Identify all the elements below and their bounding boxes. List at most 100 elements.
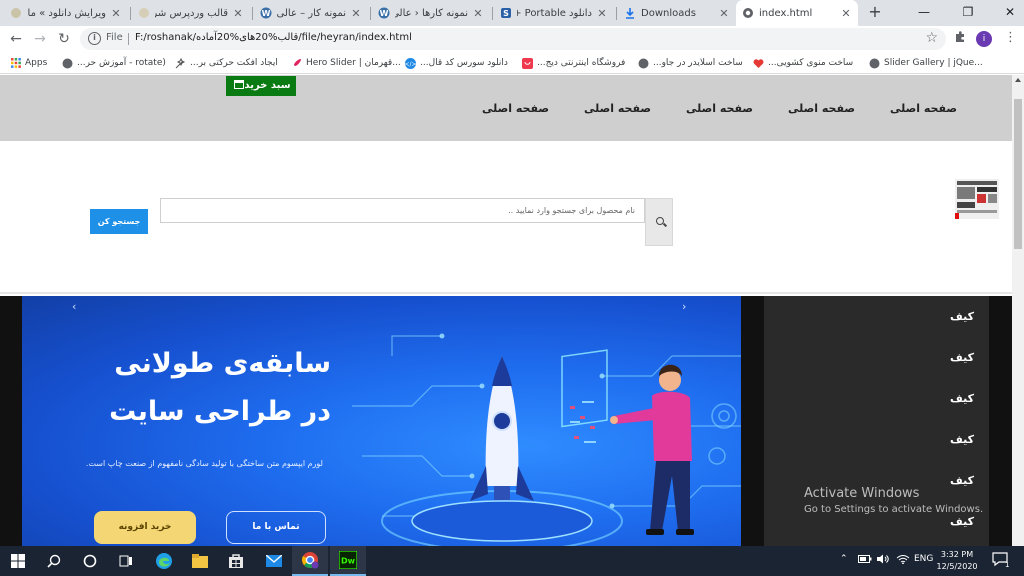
address-url[interactable]: F:/roshanak/قالب%20های%20آماده/file/heyr… <box>135 32 412 43</box>
close-icon[interactable]: ✕ <box>718 7 730 20</box>
bookmark-item[interactable]: (rotate - آموزش حر... <box>62 56 166 70</box>
close-icon[interactable]: ✕ <box>110 7 122 20</box>
bookmark-apps[interactable]: Apps <box>10 56 47 70</box>
volume-icon[interactable] <box>876 554 890 567</box>
tab-1[interactable]: ویرایش دانلود » مارا ✕ <box>4 0 128 26</box>
bookmark-item[interactable]: </> دانلود سورس کد قال... <box>405 56 508 70</box>
close-icon[interactable]: ✕ <box>472 7 484 20</box>
system-clock[interactable]: 3:32 PM 12/5/2020 <box>930 549 984 573</box>
apps-grid-icon <box>10 58 21 69</box>
page-scrollbar[interactable] <box>1012 75 1024 546</box>
cortana-circle-icon[interactable] <box>72 546 108 576</box>
show-hidden-icons-chevron-icon[interactable]: ⌃ <box>840 554 848 564</box>
svg-text:S: S <box>503 9 509 18</box>
close-icon[interactable]: ✕ <box>350 7 362 20</box>
chrome-browser-icon[interactable] <box>292 546 328 576</box>
bookmark-item[interactable]: Slider Gallery | jQue... <box>869 56 983 70</box>
scrollbar-thumb[interactable] <box>1014 99 1022 249</box>
bookmark-label: ایجاد افکت حرکتی بر... <box>190 58 278 68</box>
slider-prev-arrow-icon[interactable]: ‹ <box>72 300 76 313</box>
tab-title: index.html <box>759 7 813 19</box>
bookmark-label: ساخت منوی کشویی... <box>768 58 854 68</box>
start-windows-icon[interactable] <box>0 546 36 576</box>
tab-index-html[interactable]: index.html ✕ <box>736 0 858 26</box>
activate-windows-watermark: Activate Windows Go to Settings to activ… <box>804 486 983 515</box>
nav-link[interactable]: صفحه اصلی <box>686 102 753 115</box>
bookmark-item[interactable]: ساخت اسلایدر در جاو... <box>638 56 743 70</box>
search-icon <box>656 217 664 225</box>
globe-icon <box>742 7 754 19</box>
profile-avatar[interactable]: i <box>976 31 992 47</box>
site-logo[interactable] <box>955 179 999 219</box>
tab-3[interactable]: W نمونه کار – عالی ✕ <box>254 0 368 26</box>
address-bar[interactable]: i File F:/roshanak/قالب%20های%20آماده/fi… <box>80 28 946 50</box>
clock-date: 12/5/2020 <box>936 562 978 571</box>
bookmark-item[interactable]: ساخت منوی کشویی... <box>753 56 853 70</box>
cart-button[interactable]: سبد خرید <box>226 76 296 96</box>
store-icon[interactable] <box>218 546 254 576</box>
slider-next-arrow-icon[interactable]: › <box>682 300 686 313</box>
close-icon[interactable]: ✕ <box>596 7 608 20</box>
task-view-icon[interactable] <box>108 546 144 576</box>
hero-description: لورم ایپسوم متن ساختگی با تولید سادگی نا… <box>85 459 323 468</box>
search-input[interactable]: نام محصول برای جستجو وارد نمایید .. <box>160 198 645 223</box>
globe-icon <box>62 58 73 69</box>
sidebar-item-bag[interactable]: کیف <box>950 515 974 528</box>
search-icon[interactable] <box>36 546 72 576</box>
tab-5[interactable]: S دانلود Portable + ج ✕ <box>494 0 614 26</box>
bookmark-item[interactable]: Hero Slider | قهرمان... <box>291 56 401 70</box>
restore-button[interactable]: ❐ <box>948 0 988 26</box>
bookmark-star-icon[interactable]: ☆ <box>925 30 938 46</box>
extensions-puzzle-icon[interactable] <box>952 30 968 46</box>
menu-kebab-icon[interactable]: ⋮ <box>1004 30 1017 45</box>
battery-icon[interactable] <box>858 554 872 567</box>
tab-downloads[interactable]: Downloads ✕ <box>618 0 736 26</box>
sidebar-item-bag[interactable]: کیف <box>950 433 974 446</box>
edge-browser-icon[interactable] <box>146 546 182 576</box>
close-icon[interactable]: ✕ <box>840 7 852 20</box>
tab-2[interactable]: قالب وردپرس شرک ✕ <box>132 0 250 26</box>
file-explorer-icon[interactable] <box>182 546 218 576</box>
close-window-button[interactable]: ✕ <box>990 0 1024 26</box>
globe-icon <box>638 58 649 69</box>
cart-label: سبد خرید <box>244 80 291 91</box>
nav-link[interactable]: صفحه اصلی <box>584 102 651 115</box>
tab-4[interactable]: W نمونه کارها ‹ عالی – ✕ <box>372 0 490 26</box>
dreamweaver-icon[interactable]: Dw <box>330 546 366 576</box>
mail-icon[interactable] <box>256 546 292 576</box>
wifi-icon[interactable] <box>896 554 910 567</box>
minimize-button[interactable]: — <box>904 0 944 26</box>
nav-link[interactable]: صفحه اصلی <box>482 102 549 115</box>
scroll-up-arrow-icon[interactable] <box>1015 78 1021 82</box>
sidebar-item-bag[interactable]: کیف <box>950 351 974 364</box>
sidebar-item-bag[interactable]: کیف <box>950 310 974 323</box>
nav-link-home[interactable]: صفحه اصلی <box>890 102 957 115</box>
shop-icon <box>522 57 533 69</box>
sidebar-item-bag[interactable]: کیف <box>950 392 974 405</box>
buy-plugin-button[interactable]: خرید افزونه <box>94 511 196 544</box>
contact-us-button[interactable]: تماس با ما <box>226 511 326 544</box>
bookmark-label: Hero Slider | قهرمان... <box>306 58 401 68</box>
address-divider <box>128 33 129 45</box>
bookmark-item[interactable]: ایجاد افکت حرکتی بر... <box>175 56 278 70</box>
search-button[interactable]: جستجو کن <box>90 209 148 234</box>
tab-title: نمونه کار – عالی <box>277 7 346 19</box>
forward-button[interactable]: → <box>31 30 49 48</box>
search-icon-button[interactable] <box>645 198 673 246</box>
back-button[interactable]: ← <box>7 30 25 48</box>
nav-link[interactable]: صفحه اصلی <box>788 102 855 115</box>
new-tab-button[interactable]: + <box>866 3 884 21</box>
notification-center-icon[interactable]: 11 <box>992 552 1014 571</box>
hero-slider[interactable]: ‹ › سابقه‌ی طولانی در طراحی سایت لورم ای… <box>22 296 741 546</box>
close-icon[interactable]: ✕ <box>232 7 244 20</box>
tab-strip: ویرایش دانلود » مارا ✕ قالب وردپرس شرک ✕… <box>0 0 1024 26</box>
tab-divider <box>492 7 493 20</box>
browser-toolbar: ← → ↻ i File F:/roshanak/قالب%20های%20آم… <box>0 26 1024 52</box>
bookmark-item[interactable]: فروشگاه اینترنتی دیج... <box>522 56 625 70</box>
tab-title: Downloads <box>641 7 696 19</box>
reload-button[interactable]: ↻ <box>55 30 73 48</box>
heart-icon <box>753 58 764 69</box>
info-icon[interactable]: i <box>88 32 101 45</box>
page-viewport: سبد خرید صفحه اصلی صفحه اصلی صفحه اصلی ص… <box>0 75 1012 546</box>
rocket-icon <box>291 58 302 69</box>
